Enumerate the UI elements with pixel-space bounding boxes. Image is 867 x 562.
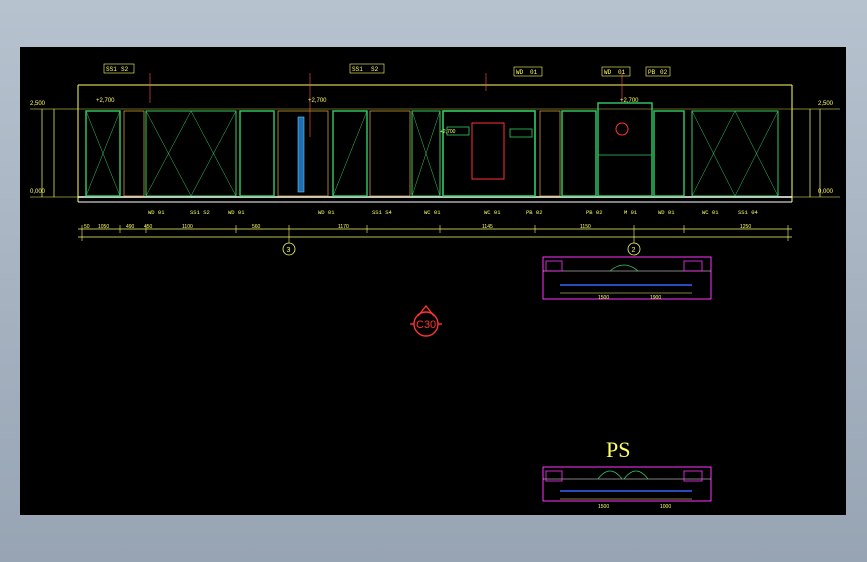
tag-top-3: SS1	[352, 66, 363, 73]
level-bottom-left: 0,000	[30, 189, 46, 195]
height-label-2: +2,700	[308, 98, 327, 104]
tag-top-1: SS1	[106, 66, 117, 73]
tag-bottom-2: SS1 S2	[190, 209, 210, 216]
cad-model-viewport[interactable]: 2,500 0,000 2,500 0,000 SS1 S2 SS1 S2 WD…	[20, 47, 846, 515]
level-top-left: 2,500	[30, 101, 46, 107]
tag-top-7: WD	[604, 69, 612, 76]
tag-bottom-6: WC 01	[424, 209, 441, 216]
plan-label: PS	[606, 437, 630, 462]
level-top-right: 2,500	[818, 101, 834, 107]
tag-bottom-7: WC 01	[484, 209, 501, 216]
height-label-4: +2,700	[440, 129, 456, 135]
tag-top-2: S2	[121, 66, 129, 73]
elevation-drawing: 2,500 0,000 2,500 0,000 SS1 S2 SS1 S2 WD…	[30, 63, 840, 510]
grid-marker-3: 3	[282, 241, 296, 256]
height-label-1: +2,700	[96, 98, 115, 104]
marker-leaders	[149, 73, 623, 137]
tag-top-4: S2	[371, 66, 379, 73]
floor-line	[78, 196, 792, 203]
grid-label-3: 3	[287, 247, 291, 254]
tag-bottom-9: PB 02	[586, 209, 603, 216]
tag-bottom-1: WD 01	[148, 209, 165, 216]
tag-bottom-3: WD 01	[228, 209, 245, 216]
plan-dim-upper-1: 1500	[598, 295, 609, 301]
section-label: C30	[416, 319, 436, 331]
bottom-tags: WD 01 SS1 S2 WD 01 WD 01 SS1 S4 WC 01 WC…	[148, 209, 759, 216]
tag-top-6: 01	[530, 69, 538, 76]
dim-2: 1050	[98, 224, 109, 230]
tag-bottom-5: SS1 S4	[372, 209, 393, 216]
dim-8: 1145	[482, 224, 493, 230]
grid-label-2: 2	[632, 247, 636, 254]
lower-plan-detail: PS 1500 1000	[542, 437, 712, 510]
tag-bottom-11: WD 01	[658, 209, 675, 216]
height-label-3: +2,700	[620, 98, 639, 104]
tag-bottom-12: WC 01	[702, 209, 719, 216]
dim-5: 1100	[182, 224, 193, 230]
right-elevation-scale: 2,500 0,000	[792, 101, 840, 198]
top-tags: SS1 S2 SS1 S2 WD 01 WD 01 PB 02	[103, 63, 671, 77]
tag-top-9: PB	[648, 69, 656, 76]
tag-bottom-10: M 01	[624, 209, 638, 216]
dim-9: 1150	[580, 224, 591, 230]
grid-marker-2: 2	[627, 241, 641, 256]
plan-dim-lower-2: 1000	[660, 504, 671, 510]
left-elevation-scale: 2,500 0,000	[30, 101, 78, 198]
dim-4: 450	[144, 224, 153, 230]
tag-bottom-4: WD 01	[318, 209, 335, 216]
tag-top-5: WD	[516, 69, 524, 76]
dim-3: 490	[126, 224, 135, 230]
level-bottom-right: 0,000	[818, 189, 834, 195]
dim-10: 1250	[740, 224, 751, 230]
dim-7: 1170	[338, 224, 349, 230]
wall-panels	[85, 102, 779, 197]
plan-dim-upper-2: 1900	[650, 295, 661, 301]
tag-top-8: 01	[618, 69, 626, 76]
upper-plan-detail: 1500 1900	[542, 256, 712, 301]
tag-top-10: 02	[660, 69, 668, 76]
plan-dim-lower-1: 1500	[598, 504, 609, 510]
tag-bottom-13: SS1 04	[738, 209, 759, 216]
dim-6: 560	[252, 224, 261, 230]
dim-1: 50	[84, 224, 90, 230]
tag-bottom-8: PB 02	[526, 209, 543, 216]
dimension-chain: 50 1050 490 450 1100 560 1170 1145 1150 …	[78, 224, 792, 241]
section-marker-c30: C30	[410, 304, 442, 337]
